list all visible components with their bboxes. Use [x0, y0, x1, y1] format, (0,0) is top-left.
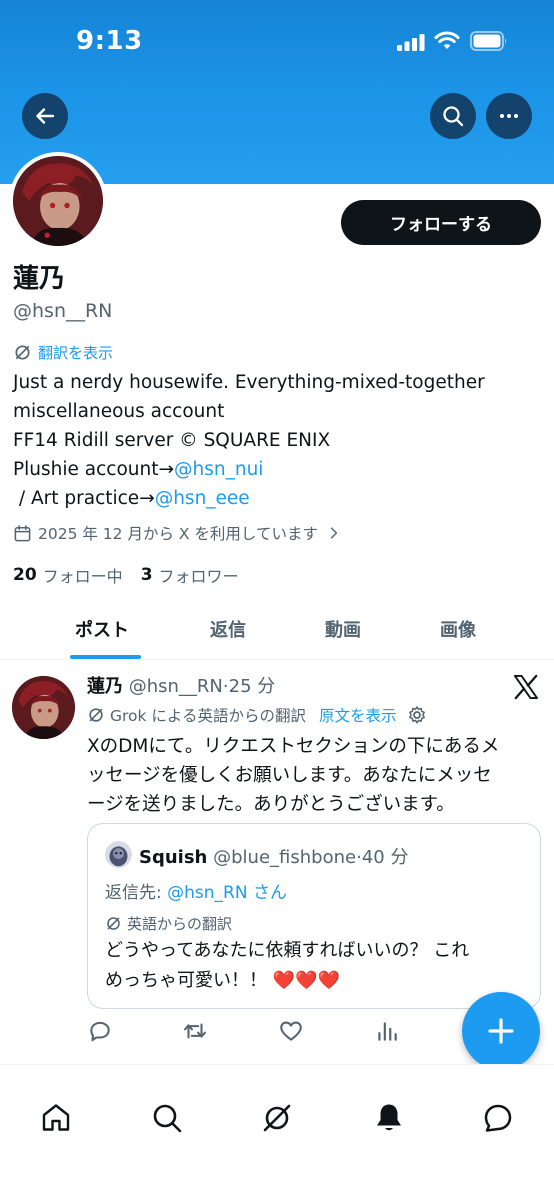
status-time: 9:13: [76, 26, 143, 56]
quote-author-name: Squish: [139, 847, 208, 868]
more-button[interactable]: [486, 93, 532, 139]
profile-tabs: ポスト 返信 動画 画像: [0, 600, 554, 660]
grok-icon[interactable]: [260, 1101, 294, 1135]
quote-translation-label: 英語からの翻訳: [127, 915, 233, 933]
gear-icon[interactable]: [407, 705, 427, 725]
profile-bio: Just a nerdy housewife. Everything-mixed…: [13, 368, 543, 513]
avatar-image: [12, 676, 75, 739]
display-name: 蓮乃: [13, 264, 66, 294]
tweet-header: 蓮乃 @hsn__RN·25 分: [87, 672, 275, 698]
tab-posts[interactable]: ポスト: [75, 616, 129, 642]
quote-avatar: [105, 841, 132, 868]
quote-author-handle: @blue_fishbone: [213, 847, 357, 868]
tweet-author-name[interactable]: 蓮乃: [87, 676, 123, 697]
followers-count[interactable]: 3: [141, 565, 153, 585]
more-icon: [500, 114, 518, 118]
messages-icon[interactable]: [481, 1101, 515, 1135]
following-count[interactable]: 20: [13, 565, 37, 585]
avatar-image: [13, 156, 103, 246]
bio-plushie-prefix: Plushie account→: [13, 459, 174, 480]
quote-text-line: めっちゃ可愛い！！ ❤️❤️❤️: [105, 970, 340, 991]
search-icon: [443, 106, 464, 127]
following-label[interactable]: フォロー中: [43, 563, 123, 587]
translate-bio-button[interactable]: 翻訳を表示: [13, 342, 113, 363]
joined-label: 2025 年 12 月から X を利用しています: [38, 525, 318, 543]
battery-icon: [470, 31, 507, 51]
reply-prefix: 返信先:: [105, 883, 168, 903]
home-icon[interactable]: [39, 1101, 73, 1135]
avatar-image: [105, 841, 132, 868]
plus-icon: [488, 1018, 514, 1044]
tweet-text-line: ージを送りました。ありがとうございます。: [87, 794, 455, 815]
tweet-text-line: XのDMにて。リクエストセクションの下にあるメ: [87, 736, 500, 757]
tweet-time[interactable]: 25 分: [229, 676, 276, 697]
chevron-right-icon: [330, 527, 338, 539]
calendar-icon: [14, 524, 31, 541]
quote-text: どうやってあなたに依頼すればいいの？ これ めっちゃ可愛い！！ ❤️❤️❤️: [105, 936, 535, 996]
tweet-text: XのDMにて。リクエストセクションの下にあるメ ッセージを優しくお願いします。あ…: [87, 732, 537, 819]
active-tab-indicator: [70, 655, 141, 659]
bio-line: miscellaneous account: [13, 401, 225, 422]
quoted-tweet[interactable]: Squish @blue_fishbone·40 分 返信先: @hsn_RN …: [87, 823, 541, 1009]
repost-icon[interactable]: [182, 1018, 208, 1044]
bio-line-plushie: Plushie account→@hsn_nui: [13, 455, 543, 484]
notifications-icon[interactable]: [372, 1101, 406, 1135]
bio-line-art: / Art practice→@hsn_eee: [13, 484, 543, 513]
bio-line: FF14 Ridill server © SQUARE ENIX: [13, 430, 331, 451]
grok-icon: [89, 708, 103, 722]
quote-header: Squish @blue_fishbone·40 分: [139, 843, 408, 869]
bio-line: Just a nerdy housewife. Everything-mixed…: [13, 372, 485, 393]
quote-time: 40 分: [361, 847, 409, 868]
tab-replies[interactable]: 返信: [210, 616, 246, 642]
cellular-signal-icon: [397, 34, 425, 51]
reply-icon[interactable]: [87, 1018, 113, 1044]
grok-translation-row: Grok による英語からの翻訳 原文を表示: [87, 704, 427, 726]
views-icon[interactable]: [374, 1018, 400, 1044]
followers-label[interactable]: フォロワー: [159, 563, 239, 587]
user-handle: @hsn__RN: [13, 300, 113, 322]
joined-date[interactable]: 2025 年 12 月から X を利用しています: [13, 522, 342, 544]
show-original-link[interactable]: 原文を表示: [319, 704, 397, 726]
translate-icon: [107, 917, 120, 930]
quote-translation-row: 英語からの翻訳: [105, 913, 232, 934]
bio-art-prefix: / Art practice→: [13, 488, 155, 509]
translate-label: 翻訳を表示: [38, 344, 114, 362]
translate-icon: [15, 345, 30, 360]
arrow-left-icon: [36, 108, 55, 124]
quote-reply-to: 返信先: @hsn_RN さん: [105, 878, 287, 903]
search-button[interactable]: [430, 93, 476, 139]
tweet-text-line: ッセージを優しくお願いします。あなたにメッセ: [87, 765, 492, 786]
quote-text-line: どうやってあなたに依頼すればいいの？ これ: [105, 940, 470, 961]
follow-button[interactable]: フォローする: [341, 200, 541, 245]
grok-translation-label: Grok による英語からの翻訳: [110, 707, 306, 725]
bottom-navigation: [0, 1064, 554, 1200]
tweet-author-handle[interactable]: @hsn__RN: [129, 676, 223, 697]
tab-images[interactable]: 画像: [440, 616, 476, 642]
tab-videos[interactable]: 動画: [325, 616, 361, 642]
art-account-link[interactable]: @hsn_eee: [155, 488, 250, 509]
status-bar: 9:13: [0, 0, 554, 84]
like-icon[interactable]: [278, 1018, 304, 1044]
back-button[interactable]: [22, 93, 68, 139]
follow-counts: 20 フォロー中 3 フォロワー: [13, 563, 257, 587]
compose-button[interactable]: [462, 992, 540, 1070]
x-logo-icon: [513, 674, 539, 700]
wifi-icon: [434, 31, 460, 49]
tweet-avatar[interactable]: [12, 676, 75, 739]
profile-avatar[interactable]: [9, 152, 107, 250]
reply-target-link[interactable]: @hsn_RN さん: [167, 883, 287, 903]
search-icon[interactable]: [150, 1101, 184, 1135]
plushie-account-link[interactable]: @hsn_nui: [174, 459, 263, 480]
